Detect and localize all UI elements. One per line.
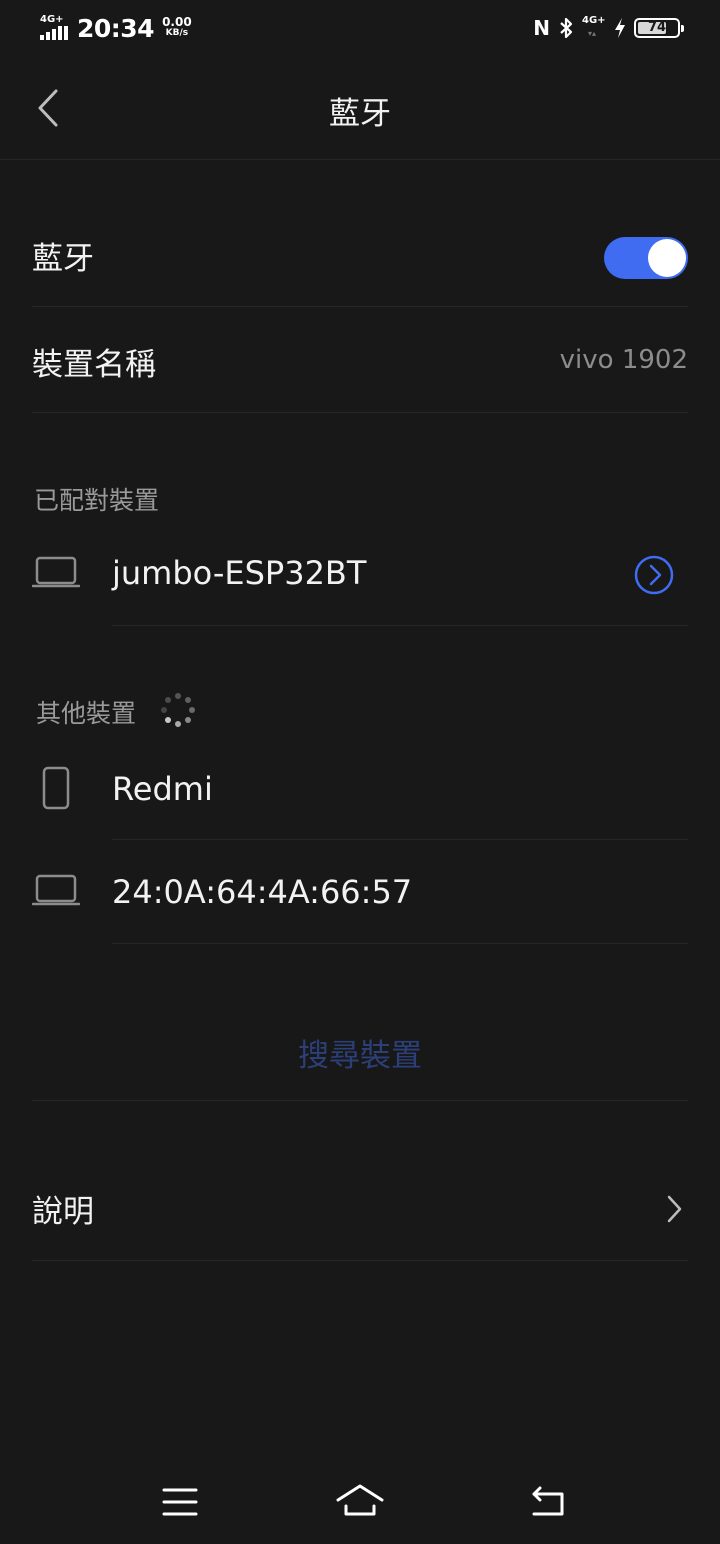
network-speed-unit: KB/s [165,28,189,38]
search-devices-label: 搜尋裝置 [298,1038,422,1074]
chevron-circle-right-icon [634,555,674,595]
row-divider [112,943,688,944]
status-left: 4G+ 20:34 0.00 KB/s [40,12,192,44]
back-arrow-icon [532,1486,564,1516]
menu-button[interactable] [150,1478,210,1526]
laptop-icon [32,556,80,588]
laptop-icon [32,874,80,906]
network-type-label-2: 4G+ [582,15,606,26]
bluetooth-toggle[interactable] [604,237,688,279]
paired-device-name: jumbo-ESP32BT [112,554,367,592]
other-device-item[interactable]: Redmi [0,736,720,840]
toggle-knob [648,239,686,277]
loading-spinner-icon [161,693,195,727]
device-details-button[interactable] [634,555,674,595]
back-nav-button[interactable] [518,1478,578,1526]
status-time: 20:34 [77,13,155,43]
help-label: 說明 [32,1194,94,1230]
other-device-name: 24:0A:64:4A:66:57 [112,873,413,911]
charging-icon [614,17,626,39]
paired-device-item[interactable]: jumbo-ESP32BT [0,522,720,626]
phone-icon [42,766,70,810]
navigation-bar [0,1460,720,1544]
device-name-label: 裝置名稱 [32,347,156,383]
help-row[interactable]: 說明 [32,1156,688,1261]
battery-percent: 74 [647,20,667,35]
menu-icon [162,1488,198,1516]
nfc-icon: N [533,16,550,40]
network-type-label: 4G+ [40,14,64,25]
page-title: 藍牙 [329,96,391,132]
signal-icon: 4G+ [40,14,72,42]
mobile-data-icon: 4G+ ▾▴ [582,15,606,38]
row-divider [112,625,688,626]
search-devices-button[interactable]: 搜尋裝置 [32,1000,688,1101]
chevron-right-icon [667,1195,682,1223]
bluetooth-status-icon [558,16,574,40]
network-speed-value: 0.00 [162,15,192,29]
home-icon [336,1484,384,1516]
bluetooth-label: 藍牙 [32,241,94,277]
other-device-name: Redmi [112,770,213,808]
status-right: N 4G+ ▾▴ 74 [533,14,684,42]
app-header: 藍牙 [0,56,720,160]
paired-devices-title: 已配對裝置 [34,486,160,515]
battery-icon: 74 [634,18,684,38]
other-device-item[interactable]: 24:0A:64:4A:66:57 [0,840,720,944]
device-name-row[interactable]: 裝置名稱 vivo 1902 [32,307,688,413]
device-name-value: vivo 1902 [559,345,688,375]
home-button[interactable] [330,1478,390,1526]
other-devices-title: 其他裝置 [36,699,137,728]
bluetooth-toggle-row: 藍牙 [32,160,688,307]
bluetooth-settings-screen: 4G+ 20:34 0.00 KB/s N 4G+ ▾▴ 74 藍牙 藍牙 裝置… [0,0,720,1544]
status-bar: 4G+ 20:34 0.00 KB/s N 4G+ ▾▴ 74 [0,0,720,56]
network-speed: 0.00 KB/s [162,15,192,39]
